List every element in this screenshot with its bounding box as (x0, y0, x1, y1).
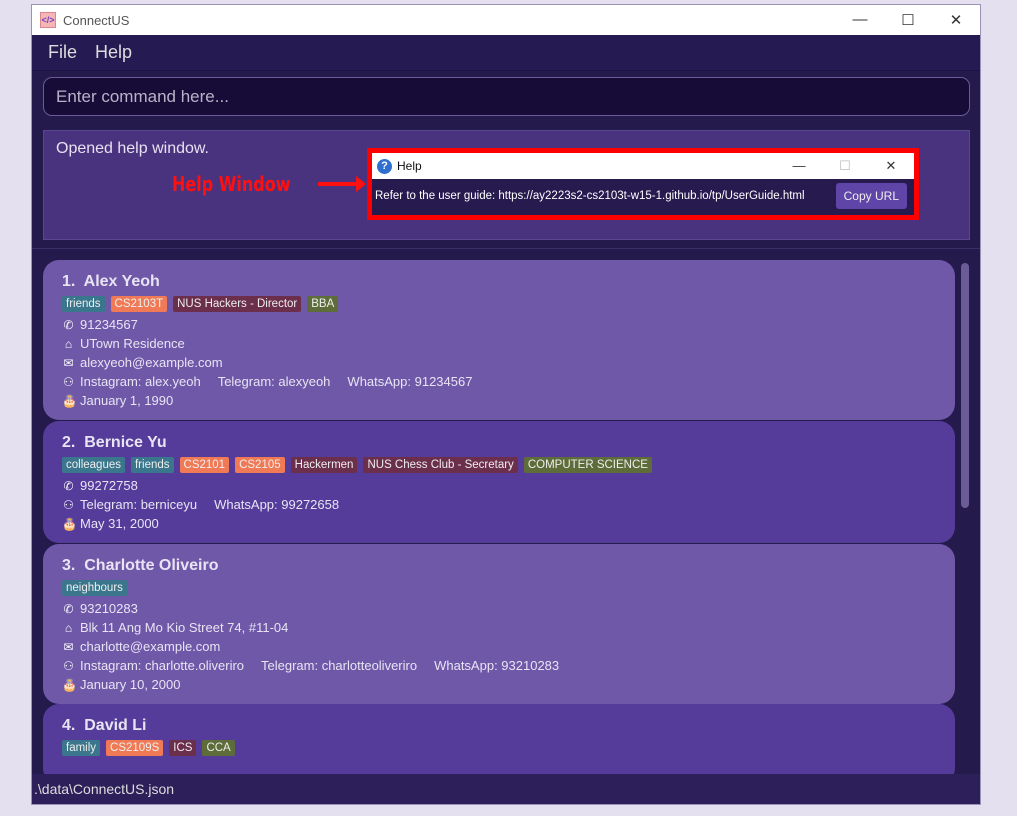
close-button[interactable]: ✕ (932, 11, 980, 29)
help-question-icon: ? (377, 158, 392, 174)
main-window: </> ConnectUS — ☐ ✕ File Help Opened hel… (31, 4, 981, 805)
phone-icon: ✆ (63, 478, 74, 493)
socials-icon: ⚇ (63, 497, 74, 512)
home-icon: ⌂ (64, 620, 73, 635)
help-message: Refer to the user guide: https://ay2223s… (375, 190, 805, 202)
person-name: 1. Alex Yeoh (62, 273, 160, 290)
annotation-arrow-icon (318, 176, 366, 192)
tag: friends (130, 457, 174, 473)
help-close-button[interactable]: ✕ (868, 158, 914, 174)
tag: COMPUTER SCIENCE (523, 457, 652, 473)
person-address: Blk 11 Ang Mo Kio Street 74, #11-04 (80, 620, 289, 635)
tag: CS2101 (179, 457, 230, 473)
app-icon: </> (40, 12, 56, 28)
socials-icon: ⚇ (63, 658, 74, 673)
person-card[interactable]: 4. David Li family CS2109S ICS CCA (43, 704, 955, 776)
tag: friends (62, 296, 105, 312)
menu-file[interactable]: File (48, 42, 77, 63)
person-social: Telegram: berniceyu (80, 497, 198, 512)
help-maximize-button[interactable]: ☐ (822, 158, 868, 174)
copy-url-button[interactable]: Copy URL (835, 183, 907, 209)
person-card[interactable]: 1. Alex Yeoh friends CS2103T NUS Hackers - … (43, 260, 955, 420)
person-phone: 99272758 (80, 478, 138, 493)
command-input[interactable] (43, 77, 970, 116)
person-birthday: January 10, 2000 (80, 677, 181, 692)
person-phone: 93210283 (80, 601, 138, 616)
person-email: charlotte@example.com (80, 639, 221, 654)
person-name: 3. Charlotte Oliveiro (62, 557, 219, 574)
person-card[interactable]: 3. Charlotte Oliveiro neighbours ✆ 93210283… (43, 544, 955, 704)
person-social: WhatsApp: 91234567 (347, 374, 473, 389)
tag: BBA (307, 296, 339, 312)
help-title-bar: ? Help — ☐ ✕ (372, 153, 914, 179)
birthday-cake-icon: 🎂 (62, 677, 77, 692)
menu-help[interactable]: Help (95, 42, 132, 63)
phone-icon: ✆ (63, 317, 74, 332)
title-bar: </> ConnectUS — ☐ ✕ (32, 5, 980, 35)
socials-icon: ⚇ (63, 374, 74, 389)
tag: CS2109S (106, 740, 164, 756)
tag: CS2103T (110, 296, 168, 312)
email-icon: ✉ (63, 355, 74, 370)
person-email: alexyeoh@example.com (80, 355, 223, 370)
tag: ICS (169, 740, 197, 756)
tag: colleagues (62, 457, 125, 473)
help-title: Help (397, 159, 422, 173)
tag: NUS Hackers - Director (173, 296, 302, 312)
birthday-cake-icon: 🎂 (62, 393, 77, 408)
phone-icon: ✆ (63, 601, 74, 616)
help-minimize-button[interactable]: — (776, 158, 822, 174)
person-list: 1. Alex Yeoh friends CS2103T NUS Hackers - … (32, 248, 980, 776)
tag: NUS Chess Club - Secretary (363, 457, 518, 473)
menu-bar: File Help (32, 35, 980, 71)
person-social: WhatsApp: 93210283 (434, 658, 560, 673)
tag: family (62, 740, 101, 756)
person-address: UTown Residence (80, 336, 185, 351)
home-icon: ⌂ (64, 336, 73, 351)
tag: neighbours (62, 580, 127, 596)
person-birthday: May 31, 2000 (80, 516, 159, 531)
person-social: Telegram: alexyeoh (217, 374, 331, 389)
person-name: 4. David Li (62, 717, 147, 734)
help-window: ? Help — ☐ ✕ Refer to the user guide: ht… (367, 148, 919, 220)
person-social: Instagram: charlotte.oliveriro (80, 658, 245, 673)
person-social: WhatsApp: 99272658 (214, 497, 340, 512)
person-name: 2. Bernice Yu (62, 434, 167, 451)
person-birthday: January 1, 1990 (80, 393, 174, 408)
birthday-cake-icon: 🎂 (62, 516, 77, 531)
person-phone: 91234567 (80, 317, 138, 332)
person-social: Telegram: charlotteoliveriro (261, 658, 418, 673)
tag: CCA (202, 740, 235, 756)
person-social: Instagram: alex.yeoh (80, 374, 201, 389)
minimize-button[interactable]: — (836, 11, 884, 29)
email-icon: ✉ (63, 639, 74, 654)
scrollbar[interactable] (961, 263, 969, 508)
tag: CS2105 (235, 457, 285, 473)
window-title: ConnectUS (63, 12, 130, 28)
person-card[interactable]: 2. Bernice Yu colleagues friends CS2101 CS21… (43, 421, 955, 543)
maximize-button[interactable]: ☐ (884, 11, 932, 29)
annotation-label: Help Window (172, 172, 291, 196)
tag: Hackermen (290, 457, 358, 473)
status-bar-file-path: .\data\ConnectUS.json (32, 774, 980, 804)
